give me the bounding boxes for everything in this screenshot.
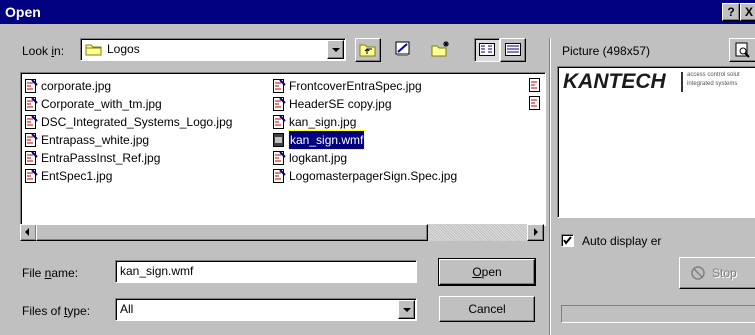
partial-file-icon <box>529 78 540 92</box>
look-in-dropdown-button[interactable] <box>327 40 344 59</box>
magnifier-icon <box>735 42 750 58</box>
cancel-button-label: Cancel <box>468 302 506 316</box>
chevron-down-icon <box>332 48 340 52</box>
stop-button-label: Stop <box>712 266 737 280</box>
file-item-label: FrontcoverEntraSpec.jpg <box>289 79 422 93</box>
jpg-file-icon <box>273 97 286 111</box>
image-file-icon <box>273 133 284 147</box>
look-in-dropdown[interactable]: Logos <box>80 38 346 61</box>
logo-tagline-2: integrated systems <box>687 81 738 87</box>
file-item-label: logkant.jpg <box>289 151 348 165</box>
look-in-label: Look in: <box>22 44 65 58</box>
stop-button[interactable]: Stop <box>679 257 755 289</box>
stop-icon <box>691 266 705 280</box>
jpg-file-icon <box>273 115 286 129</box>
panel-divider-highlight <box>550 38 551 335</box>
jpg-file-icon <box>25 79 38 93</box>
desktop-button[interactable] <box>391 38 415 60</box>
horizontal-scrollbar[interactable] <box>20 224 544 241</box>
file-type-value: All <box>120 302 134 316</box>
open-button-label: Open <box>472 265 502 279</box>
desktop-icon <box>395 41 410 56</box>
logo-divider <box>681 72 683 92</box>
look-in-value: Logos <box>107 42 140 56</box>
open-button[interactable]: Open <box>438 258 536 286</box>
folder-icon <box>85 44 102 56</box>
logo-wordmark: KANTECH <box>563 70 666 93</box>
jpg-file-icon <box>273 79 286 93</box>
kantech-logo: KANTECH access control solut integrated … <box>561 70 755 100</box>
jpg-file-icon <box>25 115 38 129</box>
file-item-label: LogomasterpagerSign.Spec.jpg <box>289 169 458 183</box>
details-view-button[interactable] <box>500 38 526 62</box>
file-item-label: DSC_Integrated_Systems_Logo.jpg <box>41 115 233 129</box>
details-view-icon <box>505 43 521 56</box>
scroll-right-button[interactable] <box>527 224 544 241</box>
chevron-down-icon <box>403 308 411 312</box>
file-name-label: File name: <box>22 266 79 280</box>
file-list[interactable]: corporate.jpg Corporate_with_tm.jpg DSC_In… <box>20 72 546 226</box>
up-folder-icon <box>359 44 376 57</box>
help-button[interactable]: ? <box>722 3 740 21</box>
up-one-level-button[interactable] <box>355 38 381 62</box>
file-type-label: Files of type: <box>22 304 91 318</box>
file-item-label: kan_sign.wmf <box>287 130 366 150</box>
preview-area: KANTECH access control solut integrated … <box>557 66 755 218</box>
title-bar: Open ? X <box>0 0 755 24</box>
list-view-icon <box>479 43 495 56</box>
partial-file-icon <box>529 96 540 110</box>
jpg-file-icon <box>25 97 38 111</box>
new-folder-button[interactable] <box>428 38 452 60</box>
cancel-button[interactable]: Cancel <box>439 296 535 322</box>
arrow-right-icon <box>534 228 538 236</box>
window-title: Open <box>5 4 41 20</box>
file-item-label: Corporate_with_tm.jpg <box>41 97 162 111</box>
jpg-file-icon <box>25 133 38 147</box>
file-item-label: EntraPassInst_Ref.jpg <box>41 151 161 165</box>
scroll-left-button[interactable] <box>20 224 37 241</box>
jpg-file-icon <box>273 151 286 165</box>
preview-size-label: Picture (498x57) <box>562 44 651 58</box>
jpg-file-icon <box>273 169 286 183</box>
auto-display-label: Auto display er <box>582 234 662 248</box>
file-name-input[interactable]: kan_sign.wmf <box>115 260 417 283</box>
file-item-label: HeaderSE copy.jpg <box>289 97 392 111</box>
file-item-label: kan_sign.jpg <box>289 115 357 129</box>
new-folder-icon <box>431 41 449 57</box>
file-item-label: EntSpec1.jpg <box>41 169 113 183</box>
file-type-dropdown-button[interactable] <box>398 300 415 319</box>
logo-tagline-1: access control solut <box>687 72 740 78</box>
auto-display-checkbox[interactable] <box>561 234 574 247</box>
file-type-dropdown[interactable]: All <box>115 298 417 321</box>
scroll-thumb[interactable] <box>36 224 428 241</box>
file-name-value: kan_sign.wmf <box>120 264 194 278</box>
file-item-label: corporate.jpg <box>41 79 112 93</box>
jpg-file-icon <box>25 151 38 165</box>
checkmark-icon <box>563 236 572 245</box>
list-view-button[interactable] <box>474 38 500 62</box>
preview-button[interactable] <box>729 38 755 62</box>
preview-progress-bar <box>561 305 755 323</box>
file-item-label: Entrapass_white.jpg <box>41 133 150 147</box>
arrow-left-icon <box>25 228 29 236</box>
close-button[interactable]: X <box>740 3 755 21</box>
jpg-file-icon <box>25 169 38 183</box>
